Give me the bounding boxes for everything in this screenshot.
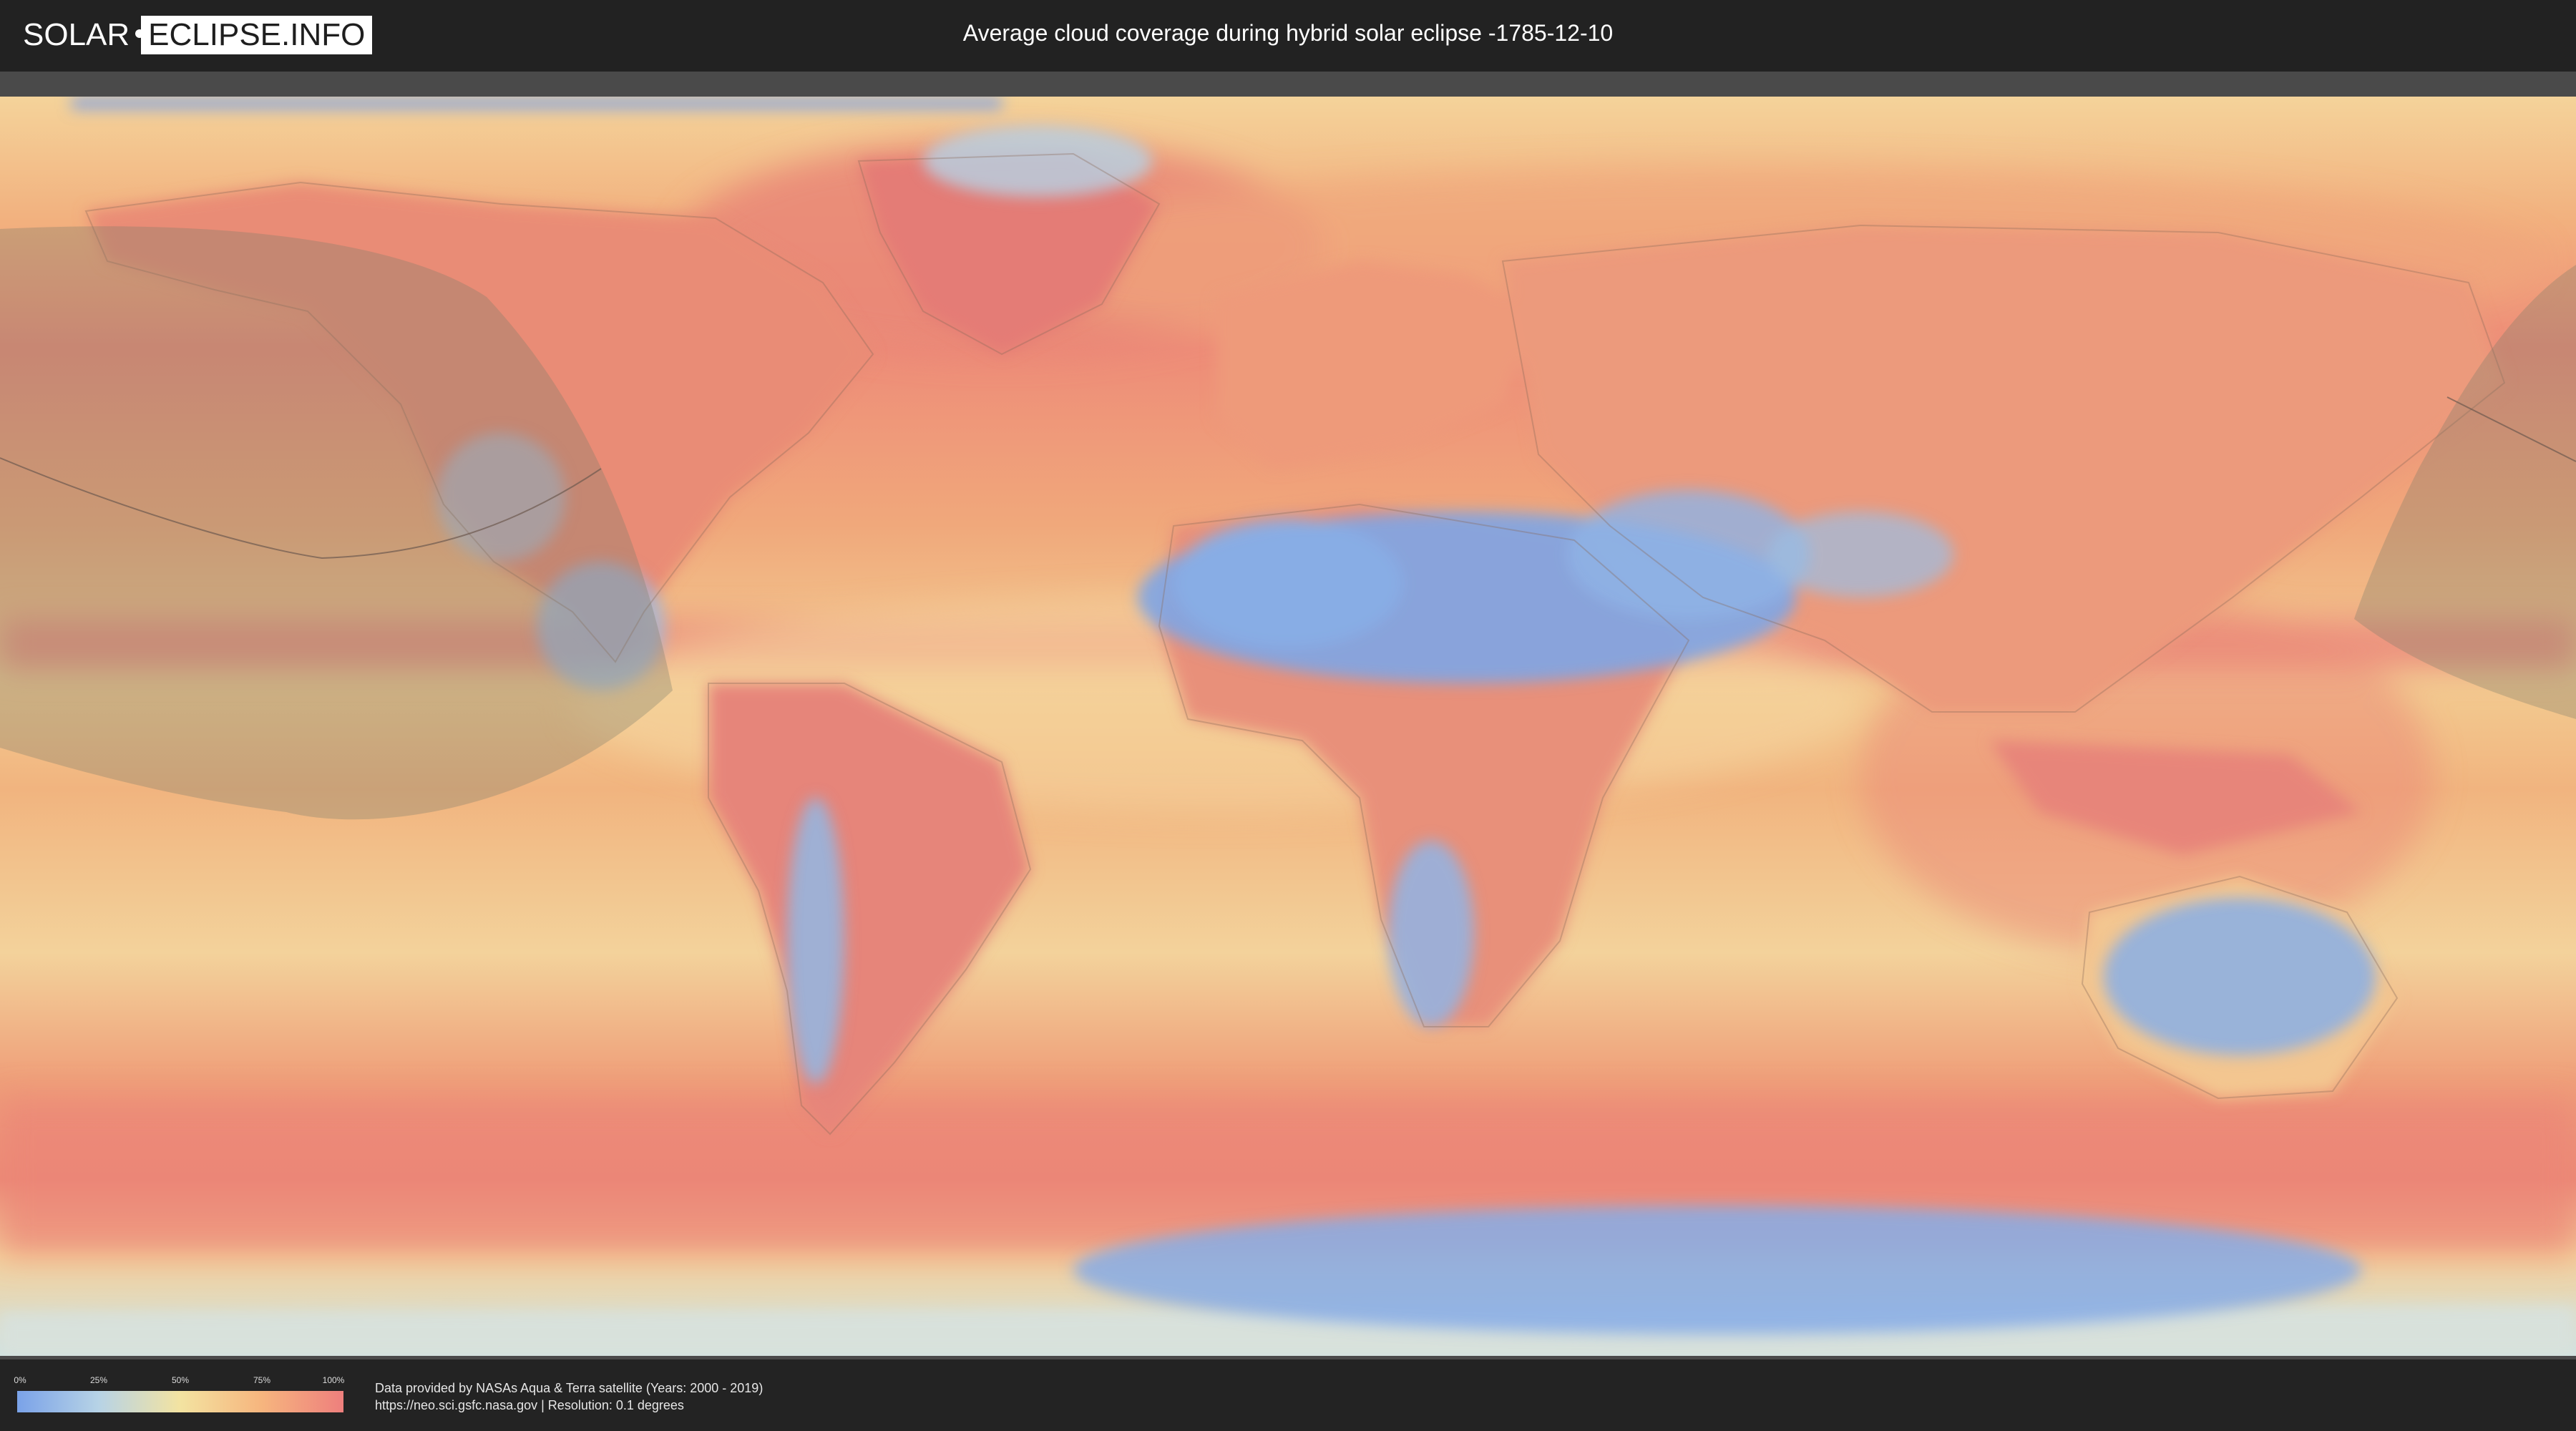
credit-line-source: Data provided by NASAs Aqua & Terra sate… <box>375 1381 763 1395</box>
legend-tick-75: 75% <box>253 1375 271 1385</box>
coverage-legend: 0% 25% 50% 75% 100% <box>14 1375 345 1415</box>
legend-tick-100: 100% <box>322 1375 345 1385</box>
legend-tick-50: 50% <box>171 1375 190 1385</box>
world-cloud-map <box>0 97 2576 1356</box>
legend-tick-25: 25% <box>89 1375 108 1385</box>
data-credit: Data provided by NASAs Aqua & Terra sate… <box>375 1379 763 1414</box>
credit-line-url: https://neo.sci.gsfc.nasa.gov | Resoluti… <box>375 1398 684 1412</box>
header-bar: SOLAR ECLIPSE.INFO Average cloud coverag… <box>0 0 2576 72</box>
legend-tick-0: 0% <box>14 1375 26 1385</box>
cloud-coverage-map-svg <box>0 97 2576 1356</box>
legend-color-bar <box>17 1391 343 1412</box>
page-title: Average cloud coverage during hybrid sol… <box>962 20 1614 46</box>
